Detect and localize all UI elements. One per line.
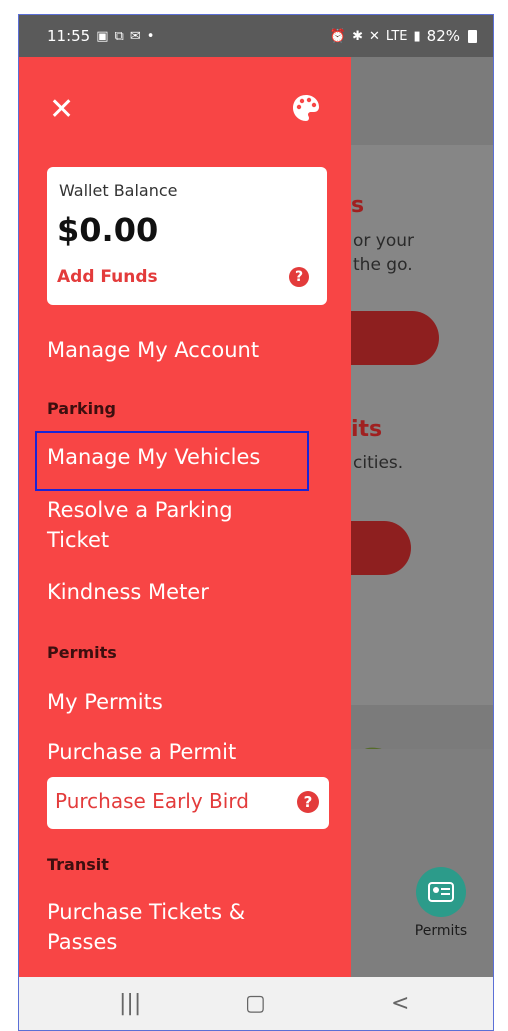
menu-manage-vehicles[interactable]: Manage My Vehicles bbox=[47, 442, 327, 472]
status-right: ⏰ ✱ ✕ LTE ▮ 82% bbox=[330, 27, 477, 45]
help-icon[interactable]: ? bbox=[289, 267, 309, 287]
wallet-amount: $0.00 bbox=[57, 211, 159, 249]
background-text-1a: or your bbox=[353, 231, 415, 251]
section-permits: Permits bbox=[47, 643, 117, 662]
early-bird-label: Purchase Early Bird bbox=[55, 789, 249, 813]
device-frame: 11:55 ▣ ⧉ ✉ • ⏰ ✱ ✕ LTE ▮ 82% s or your … bbox=[18, 14, 494, 1031]
permits-tab-label: Permits bbox=[414, 923, 468, 939]
help-icon[interactable]: ? bbox=[297, 791, 319, 813]
battery-percent: 82% bbox=[426, 27, 460, 45]
close-icon[interactable]: ✕ bbox=[49, 95, 75, 125]
menu-kindness-meter[interactable]: Kindness Meter bbox=[47, 577, 327, 607]
cast-icon: ⧉ bbox=[114, 28, 124, 44]
alarm-icon: ⏰ bbox=[329, 28, 347, 44]
menu-purchase-tickets[interactable]: Purchase Tickets & Passes bbox=[47, 897, 297, 957]
background-text-2: cities. bbox=[353, 453, 404, 473]
background-text-1b: the go. bbox=[353, 255, 413, 275]
lte-label: LTE bbox=[385, 28, 408, 44]
back-icon[interactable]: < bbox=[391, 991, 409, 1016]
menu-purchase-permit[interactable]: Purchase a Permit bbox=[47, 737, 327, 767]
home-icon[interactable]: ▢ bbox=[245, 991, 266, 1016]
add-funds-link[interactable]: Add Funds bbox=[57, 267, 158, 287]
bluetooth-icon: ✱ bbox=[352, 28, 363, 44]
signal-icon: ▮ bbox=[413, 28, 421, 44]
section-parking: Parking bbox=[47, 399, 116, 418]
palette-icon[interactable] bbox=[291, 93, 321, 123]
system-navigation-bar: ||| ▢ < bbox=[19, 977, 493, 1030]
image-icon: ▣ bbox=[96, 28, 109, 44]
menu-resolve-ticket[interactable]: Resolve a Parking Ticket bbox=[47, 495, 287, 555]
clock: 11:55 bbox=[47, 27, 91, 45]
early-bird-button[interactable]: Purchase Early Bird ? bbox=[47, 777, 329, 829]
menu-my-permits[interactable]: My Permits bbox=[47, 687, 327, 717]
permits-card-icon bbox=[416, 867, 466, 917]
menu-manage-account[interactable]: Manage My Account bbox=[47, 335, 327, 365]
background-title-1: s bbox=[351, 193, 365, 218]
wallet-label: Wallet Balance bbox=[59, 181, 178, 200]
background-title-2: its bbox=[351, 417, 383, 442]
status-left: 11:55 ▣ ⧉ ✉ • bbox=[47, 27, 154, 45]
recents-icon[interactable]: ||| bbox=[119, 991, 141, 1016]
dot-icon: • bbox=[146, 28, 155, 44]
mail-icon: ✉ bbox=[129, 28, 141, 44]
battery-icon bbox=[468, 29, 477, 43]
wallet-card: Wallet Balance $0.00 Add Funds ? bbox=[47, 167, 327, 305]
navigation-drawer: ✕ Wallet Balance $0.00 Add Funds ? Manag… bbox=[19, 57, 351, 977]
status-bar: 11:55 ▣ ⧉ ✉ • ⏰ ✱ ✕ LTE ▮ 82% bbox=[19, 15, 493, 57]
section-transit: Transit bbox=[47, 855, 109, 874]
mute-icon: ✕ bbox=[368, 28, 380, 44]
permits-tab[interactable]: Permits bbox=[411, 867, 471, 939]
